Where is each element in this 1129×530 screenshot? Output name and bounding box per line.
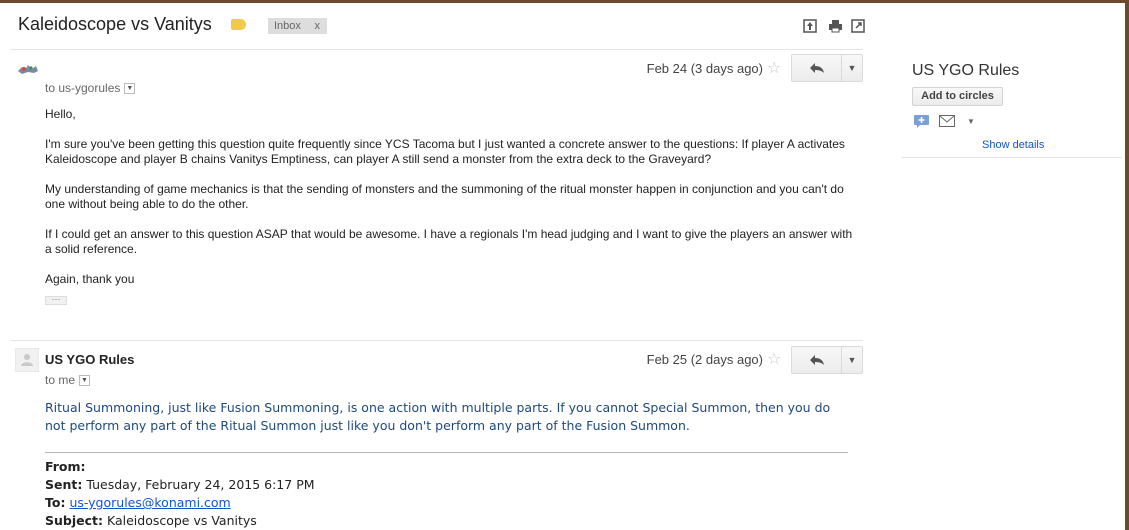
message-sender[interactable]: US YGO Rules bbox=[45, 352, 134, 367]
quoted-sent-label: Sent: bbox=[45, 477, 83, 492]
chat-icon[interactable] bbox=[914, 115, 930, 129]
more-options-dropdown-icon[interactable]: ▼ bbox=[841, 347, 862, 373]
reply-button-group: ▼ bbox=[791, 346, 863, 374]
reply-icon[interactable] bbox=[792, 347, 842, 373]
quoted-header-divider bbox=[45, 452, 848, 453]
sender-avatar[interactable] bbox=[14, 347, 40, 373]
add-to-circles-button[interactable]: Add to circles bbox=[912, 87, 1003, 106]
quoted-to-label: To: bbox=[45, 495, 66, 510]
message-date: Feb 24 (3 days ago) bbox=[646, 61, 763, 76]
new-window-icon[interactable] bbox=[851, 19, 865, 33]
sender-avatar[interactable] bbox=[16, 61, 40, 85]
inbox-label-text: Inbox bbox=[274, 20, 301, 32]
show-details-dropdown-icon[interactable]: ▼ bbox=[79, 375, 91, 387]
email-icon[interactable] bbox=[939, 115, 955, 129]
quoted-to-email-link[interactable]: us-ygorules@konami.com bbox=[69, 495, 230, 510]
message-paragraph: My understanding of game mechanics is th… bbox=[45, 182, 844, 211]
print-icon[interactable] bbox=[828, 19, 842, 33]
recipient-line: to us-ygorules ▼ bbox=[45, 81, 136, 95]
important-label-icon[interactable] bbox=[231, 19, 246, 30]
header-divider bbox=[10, 49, 863, 50]
reply-icon[interactable] bbox=[792, 55, 842, 81]
star-icon[interactable]: ☆ bbox=[767, 349, 781, 369]
message-paragraph: I'm sure you've been getting this questi… bbox=[45, 137, 845, 166]
star-icon[interactable]: ☆ bbox=[767, 58, 781, 78]
quoted-to-row: To: us-ygorules@konami.com bbox=[45, 495, 231, 510]
window-frame-top bbox=[0, 0, 1129, 3]
show-details-link[interactable]: Show details bbox=[982, 139, 1044, 151]
more-actions-dropdown-icon[interactable]: ▼ bbox=[967, 115, 975, 129]
message-date: Feb 25 (2 days ago) bbox=[646, 352, 763, 367]
more-options-dropdown-icon[interactable]: ▼ bbox=[841, 55, 862, 81]
remove-label-button[interactable]: x bbox=[315, 18, 321, 34]
recipient-text: to us-ygorules bbox=[45, 81, 121, 95]
expand-all-icon[interactable] bbox=[803, 19, 817, 33]
message-divider bbox=[10, 340, 863, 341]
sidebar-divider bbox=[902, 157, 1122, 158]
recipient-text: to me bbox=[45, 373, 76, 387]
quoted-sent-row: Sent: Tuesday, February 24, 2015 6:17 PM bbox=[45, 477, 315, 492]
contact-name: US YGO Rules bbox=[912, 62, 1020, 79]
message-paragraph: Again, thank you bbox=[45, 272, 135, 286]
quoted-subject-row: Subject: Kaleidoscope vs Vanitys bbox=[45, 513, 257, 528]
quoted-subject-label: Subject: bbox=[45, 513, 103, 528]
quoted-subject-value: Kaleidoscope vs Vanitys bbox=[106, 513, 257, 528]
quoted-from-label: From: bbox=[45, 459, 86, 474]
inbox-label-chip[interactable]: Inbox x bbox=[268, 18, 327, 34]
message-paragraph: If I could get an answer to this questio… bbox=[45, 227, 853, 256]
thread-subject: Kaleidoscope vs Vanitys bbox=[18, 14, 212, 34]
reply-message-text: Ritual Summoning, just like Fusion Summo… bbox=[45, 400, 831, 433]
message-paragraph: Hello, bbox=[45, 107, 76, 121]
show-trimmed-content-button[interactable]: ··· bbox=[45, 295, 67, 305]
recipient-line: to me ▼ bbox=[45, 373, 91, 387]
quoted-from-row: From: bbox=[45, 459, 86, 474]
quoted-sent-value: Tuesday, February 24, 2015 6:17 PM bbox=[86, 477, 315, 492]
show-details-dropdown-icon[interactable]: ▼ bbox=[124, 83, 136, 95]
reply-button-group: ▼ bbox=[791, 54, 863, 82]
window-frame-right bbox=[1125, 0, 1129, 530]
